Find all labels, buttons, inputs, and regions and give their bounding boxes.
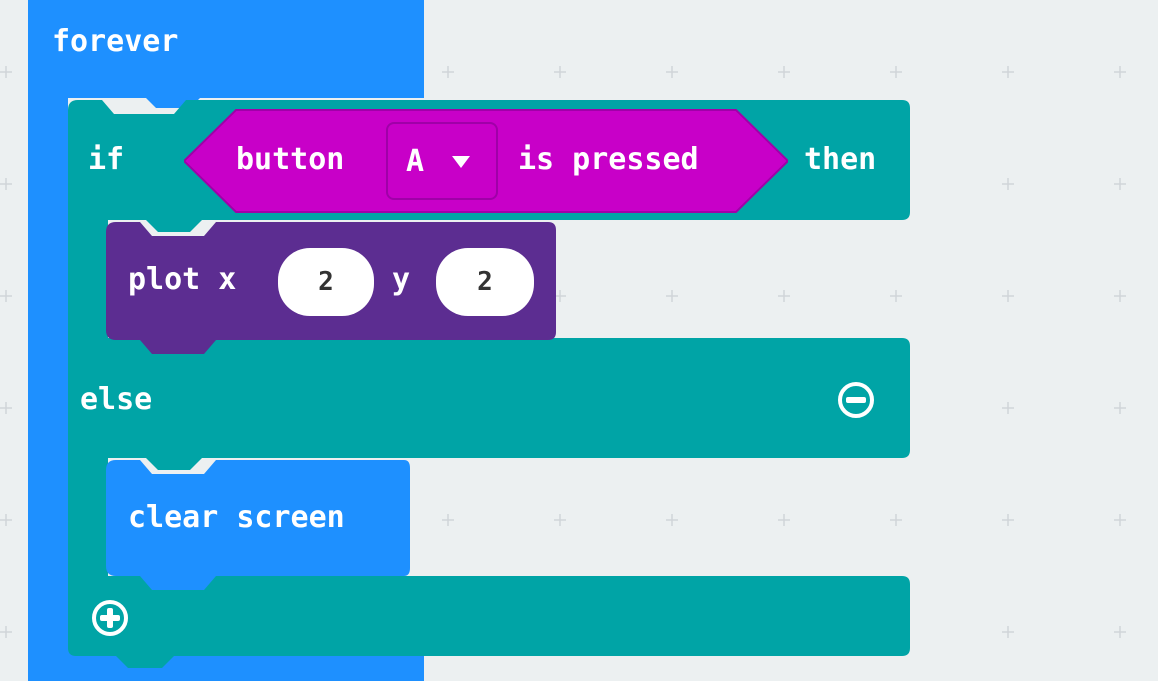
plot-x-label: plot x [128, 262, 237, 297]
grid-cross [1114, 178, 1126, 190]
grid-cross [1114, 290, 1126, 302]
plot-y-label: y [392, 262, 411, 297]
grid-cross [1114, 514, 1126, 526]
clear-screen-label: clear screen [128, 500, 345, 535]
grid-cross [1114, 626, 1126, 638]
minus-circle-icon[interactable] [834, 378, 878, 422]
button-label: button [236, 142, 345, 177]
if-label: if [88, 142, 125, 177]
dropdown-value: A [406, 144, 425, 179]
plus-circle-icon[interactable] [88, 596, 132, 640]
blocks-workspace[interactable]: forever if then else button A is pressed… [0, 0, 1158, 681]
plot-y-input[interactable]: 2 [436, 248, 534, 316]
grid-cross [1114, 66, 1126, 78]
grid-cross [666, 66, 678, 78]
triangle-down-icon [452, 156, 470, 168]
plot-x-input[interactable]: 2 [278, 248, 374, 316]
grid-cross [1114, 402, 1126, 414]
grid-cross [1002, 514, 1014, 526]
else-label: else [80, 382, 153, 417]
grid-cross [778, 66, 790, 78]
button-dropdown[interactable]: A [386, 122, 498, 200]
plot-x-value: 2 [318, 267, 334, 297]
grid-cross [1002, 66, 1014, 78]
grid-cross [1002, 290, 1014, 302]
is-pressed-label: is pressed [518, 142, 699, 177]
grid-cross [1002, 402, 1014, 414]
grid-cross [1002, 178, 1014, 190]
grid-cross [554, 66, 566, 78]
plot-y-value: 2 [477, 267, 493, 297]
grid-cross [442, 66, 454, 78]
grid-cross [890, 66, 902, 78]
forever-label: forever [52, 24, 179, 59]
then-label: then [804, 142, 877, 177]
grid-cross [1002, 626, 1014, 638]
